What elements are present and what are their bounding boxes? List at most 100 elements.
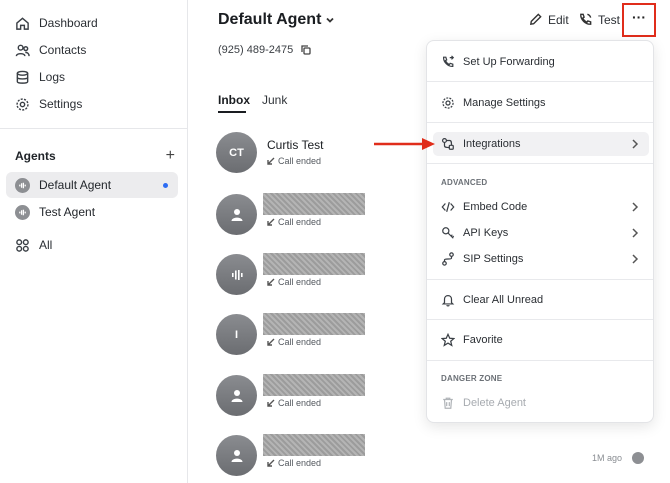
timestamp: 1M ago [591,453,622,463]
call-status-text: Call ended [278,398,322,408]
chevron-right-icon [632,228,639,238]
menu-item-label: SIP Settings [463,253,524,265]
waveform-icon [19,182,26,188]
users-icon [15,44,30,56]
nav-settings[interactable]: Settings [8,91,178,117]
database-icon [16,70,29,84]
pencil-icon [529,13,542,26]
redacted-name [263,434,365,456]
menu-item-api-keys[interactable]: API Keys [433,221,649,245]
unread-dot [163,182,168,188]
phone-call-icon [580,13,592,25]
more-dots-icon: ··· [632,9,646,25]
arrow-down-left-icon [267,459,275,467]
call-status: Call ended [267,217,321,227]
agents-title: Agents [15,149,56,163]
menu-item-label: Delete Agent [463,397,526,409]
agents-header: Agents + [15,147,175,165]
person-icon [231,449,242,462]
call-status: Call ended [267,458,321,468]
menu-divider [427,319,653,320]
agent-avatar [15,204,30,220]
tab-junk[interactable]: Junk [262,93,287,107]
conversation-row[interactable]: Call ended 1M ago [216,434,644,483]
call-status: Call ended [267,398,321,408]
chevron-right-icon [632,254,639,264]
menu-item-clear-unread[interactable]: Clear All Unread [433,288,649,312]
route-icon [442,252,454,266]
avatar [216,435,257,476]
arrow-down-left-icon [267,338,275,346]
menu-item-label: Embed Code [463,201,528,213]
agent-label: Test Agent [39,205,96,219]
menu-item-label: Clear All Unread [463,294,544,306]
arrow-down-left-icon [267,278,275,286]
arrow-down-left-icon [267,399,275,407]
agent-title-dropdown[interactable]: Default Agent [218,11,335,29]
menu-item-label: Favorite [463,334,503,346]
menu-item-label: Set Up Forwarding [463,56,555,68]
annotation-arrow [374,138,435,150]
add-agent-button[interactable]: + [166,147,175,165]
agents-all[interactable]: All [8,232,178,258]
menu-item-embed-code[interactable]: Embed Code [433,195,649,219]
menu-item-integrations[interactable]: Integrations [433,132,649,156]
waveform-icon [231,269,243,280]
avatar [216,254,257,295]
menu-item-manage-settings[interactable]: Manage Settings [433,91,649,115]
menu-item-label: API Keys [463,227,509,239]
nav-contacts[interactable]: Contacts [8,37,178,63]
menu-divider [427,163,653,164]
home-icon [16,16,29,30]
call-status-text: Call ended [278,156,322,166]
nav-dashboard[interactable]: Dashboard [8,10,178,36]
chevron-right-icon [632,139,639,149]
person-icon [231,208,242,221]
menu-item-sip-settings[interactable]: SIP Settings [433,247,649,271]
nav-logs-label: Logs [39,70,66,84]
phone-forward-icon [443,55,455,67]
call-status-text: Call ended [278,277,322,287]
redacted-name [263,374,365,396]
contact-name: Curtis Test [267,138,324,152]
call-status: Call ended [267,337,321,347]
menu-divider [427,360,653,361]
page-title: Default Agent [218,11,322,28]
avatar: I [216,314,257,355]
menu-divider [427,279,653,280]
redacted-name [263,313,365,335]
avatar [216,194,257,235]
sidebar: Dashboard Contacts Logs Settings Agents … [0,0,188,483]
avatar: CT [216,132,257,173]
gear-icon [16,97,29,111]
test-label: Test [598,12,621,27]
arrow-down-left-icon [267,218,275,226]
call-status-text: Call ended [278,217,322,227]
edit-button[interactable]: Edit [528,12,569,27]
copy-icon[interactable] [301,45,311,55]
phone-number-text: (925) 489-2475 [218,44,294,56]
call-status: Call ended [267,277,321,287]
edit-label: Edit [548,12,569,27]
nav-logs[interactable]: Logs [8,64,178,90]
menu-item-delete-agent[interactable]: Delete Agent [433,391,649,415]
test-button[interactable]: Test [578,12,620,27]
integrations-icon [441,137,454,150]
more-options-menu: Set Up Forwarding Manage Settings Integr… [426,40,654,423]
more-options-button[interactable]: ··· [622,3,656,37]
agent-item-test[interactable]: Test Agent [6,199,178,225]
menu-item-forwarding[interactable]: Set Up Forwarding [433,50,649,74]
call-status-text: Call ended [278,337,322,347]
code-icon [441,202,455,212]
trash-icon [443,397,453,409]
phone-number: (925) 489-2475 [218,44,311,56]
gear-icon [442,97,454,109]
nav-settings-label: Settings [39,97,83,111]
key-icon [442,227,455,239]
agent-item-default[interactable]: Default Agent [6,172,178,198]
menu-item-favorite[interactable]: Favorite [433,328,649,352]
call-status: Call ended [267,156,321,166]
call-status-text: Call ended [278,458,322,468]
menu-divider [427,122,653,123]
tab-inbox[interactable]: Inbox [218,93,250,107]
